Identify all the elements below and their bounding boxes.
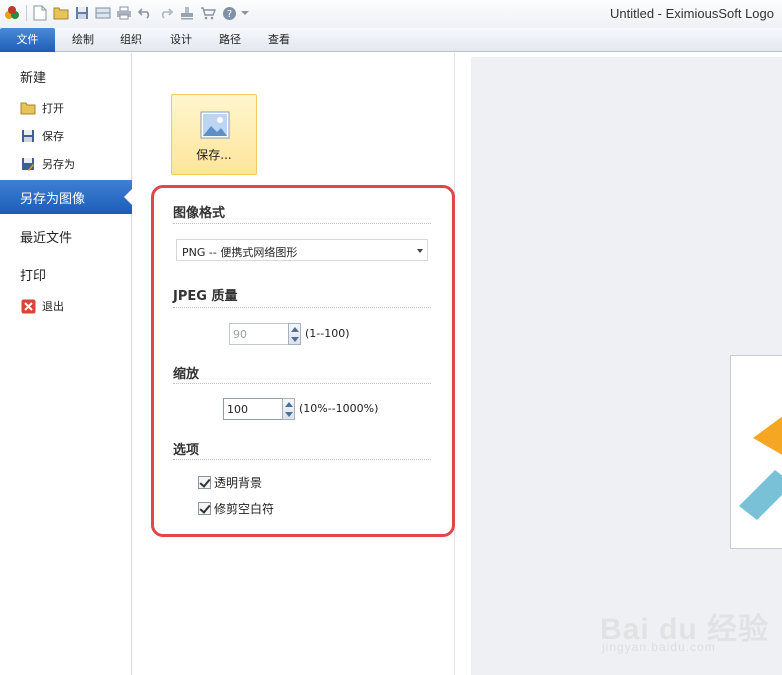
checkbox-checked-icon	[198, 502, 211, 515]
logo-shape-icon	[739, 416, 782, 520]
jpeg-quality-spin-buttons[interactable]	[288, 323, 301, 345]
undo-icon[interactable]	[135, 3, 155, 23]
image-format-value: PNG -- 便携式网络图形	[182, 246, 298, 259]
checkbox-checked-icon	[198, 476, 211, 489]
toolbar-separator	[26, 5, 27, 21]
open-folder-icon[interactable]	[51, 3, 71, 23]
tab-design[interactable]: 设计	[160, 28, 202, 52]
divider	[173, 223, 431, 224]
nav-item-label: 另存为	[42, 158, 75, 171]
logo-preview-canvas	[730, 355, 782, 549]
spin-up-icon	[285, 402, 293, 407]
cart-icon[interactable]	[198, 3, 218, 23]
tab-file[interactable]: 文件	[0, 28, 55, 52]
nav-item-open[interactable]: 打开	[0, 97, 132, 119]
redo-icon[interactable]	[156, 3, 176, 23]
save-disk-icon[interactable]	[72, 3, 92, 23]
divider	[173, 459, 431, 460]
watermark: Bai du 经验 jingyan.baidu.com	[600, 600, 780, 670]
scale-spin-buttons[interactable]	[282, 398, 295, 420]
nav-item-save-as-image[interactable]: 另存为图像	[0, 180, 132, 214]
title-bar: ? Untitled - EximiousSoft Logo	[0, 0, 782, 28]
svg-text:?: ?	[226, 9, 231, 20]
scale-range: (10%--1000%)	[299, 402, 379, 415]
options-heading: 选项	[173, 443, 200, 458]
spin-down-icon	[291, 337, 299, 342]
save-as-icon	[20, 156, 36, 172]
nav-item-save[interactable]: 保存	[0, 125, 132, 147]
customize-toolbar-chevron-down-icon[interactable]	[240, 3, 250, 23]
nav-item-label: 退出	[42, 300, 64, 313]
app-logo-icon[interactable]	[2, 3, 22, 23]
tab-arrange[interactable]: 组织	[110, 28, 152, 52]
image-format-heading: 图像格式	[173, 206, 226, 221]
nav-item-recent[interactable]: 最近文件	[0, 221, 132, 251]
trim-whitespace-checkbox[interactable]: 修剪空白符	[198, 500, 274, 517]
new-file-icon[interactable]	[30, 3, 50, 23]
nav-item-print[interactable]: 打印	[0, 259, 132, 289]
stamp-icon[interactable]	[177, 3, 197, 23]
image-format-select[interactable]: PNG -- 便携式网络图形	[176, 239, 428, 261]
save-button[interactable]: 保存...	[171, 94, 257, 175]
nav-item-exit[interactable]: 退出	[0, 295, 132, 317]
divider	[173, 307, 431, 308]
nav-item-save-as[interactable]: 另存为	[0, 153, 132, 175]
open-folder-icon	[20, 100, 36, 116]
divider	[173, 383, 431, 384]
transparent-background-checkbox[interactable]: 透明背景	[198, 474, 262, 491]
spin-up-icon	[291, 327, 299, 332]
quick-access-toolbar: ?	[2, 3, 251, 23]
chevron-down-icon	[417, 249, 423, 253]
ribbon-tab-bar: 文件 绘制 组织 设计 路径 查看	[0, 28, 782, 52]
preview-area	[471, 57, 782, 675]
print-icon[interactable]	[114, 3, 134, 23]
spin-down-icon	[285, 412, 293, 417]
window-title: Untitled - EximiousSoft Logo	[609, 6, 774, 21]
scale-heading: 缩放	[173, 367, 200, 382]
watermark-url: jingyan.baidu.com	[602, 640, 716, 654]
checkbox-label: 修剪空白符	[214, 502, 275, 516]
jpeg-quality-input[interactable]: 90	[229, 323, 289, 345]
save-disk-icon	[20, 128, 36, 144]
checkbox-label: 透明背景	[214, 476, 263, 490]
tab-view[interactable]: 查看	[258, 28, 300, 52]
exit-icon	[20, 298, 36, 314]
tab-path[interactable]: 路径	[209, 28, 251, 52]
tab-draw[interactable]: 绘制	[62, 28, 104, 52]
save-image-icon[interactable]	[93, 3, 113, 23]
jpeg-quality-heading: JPEG 质量	[173, 289, 238, 304]
nav-item-label: 打开	[42, 102, 64, 115]
jpeg-quality-range: (1--100)	[305, 327, 350, 340]
save-button-label: 保存...	[196, 148, 232, 162]
highlight-frame	[151, 185, 455, 537]
scale-input[interactable]: 100	[223, 398, 283, 420]
backstage-nav: 新建 打开 保存 另存为 另存为图像 最近文件 打印 退出	[0, 53, 132, 675]
help-icon[interactable]: ?	[219, 3, 239, 23]
save-image-options-panel: 保存... 图像格式 PNG -- 便携式网络图形 JPEG 质量 90 (1-…	[133, 53, 455, 675]
nav-item-label: 保存	[42, 130, 64, 143]
image-icon	[200, 111, 230, 139]
nav-item-new[interactable]: 新建	[0, 61, 132, 91]
